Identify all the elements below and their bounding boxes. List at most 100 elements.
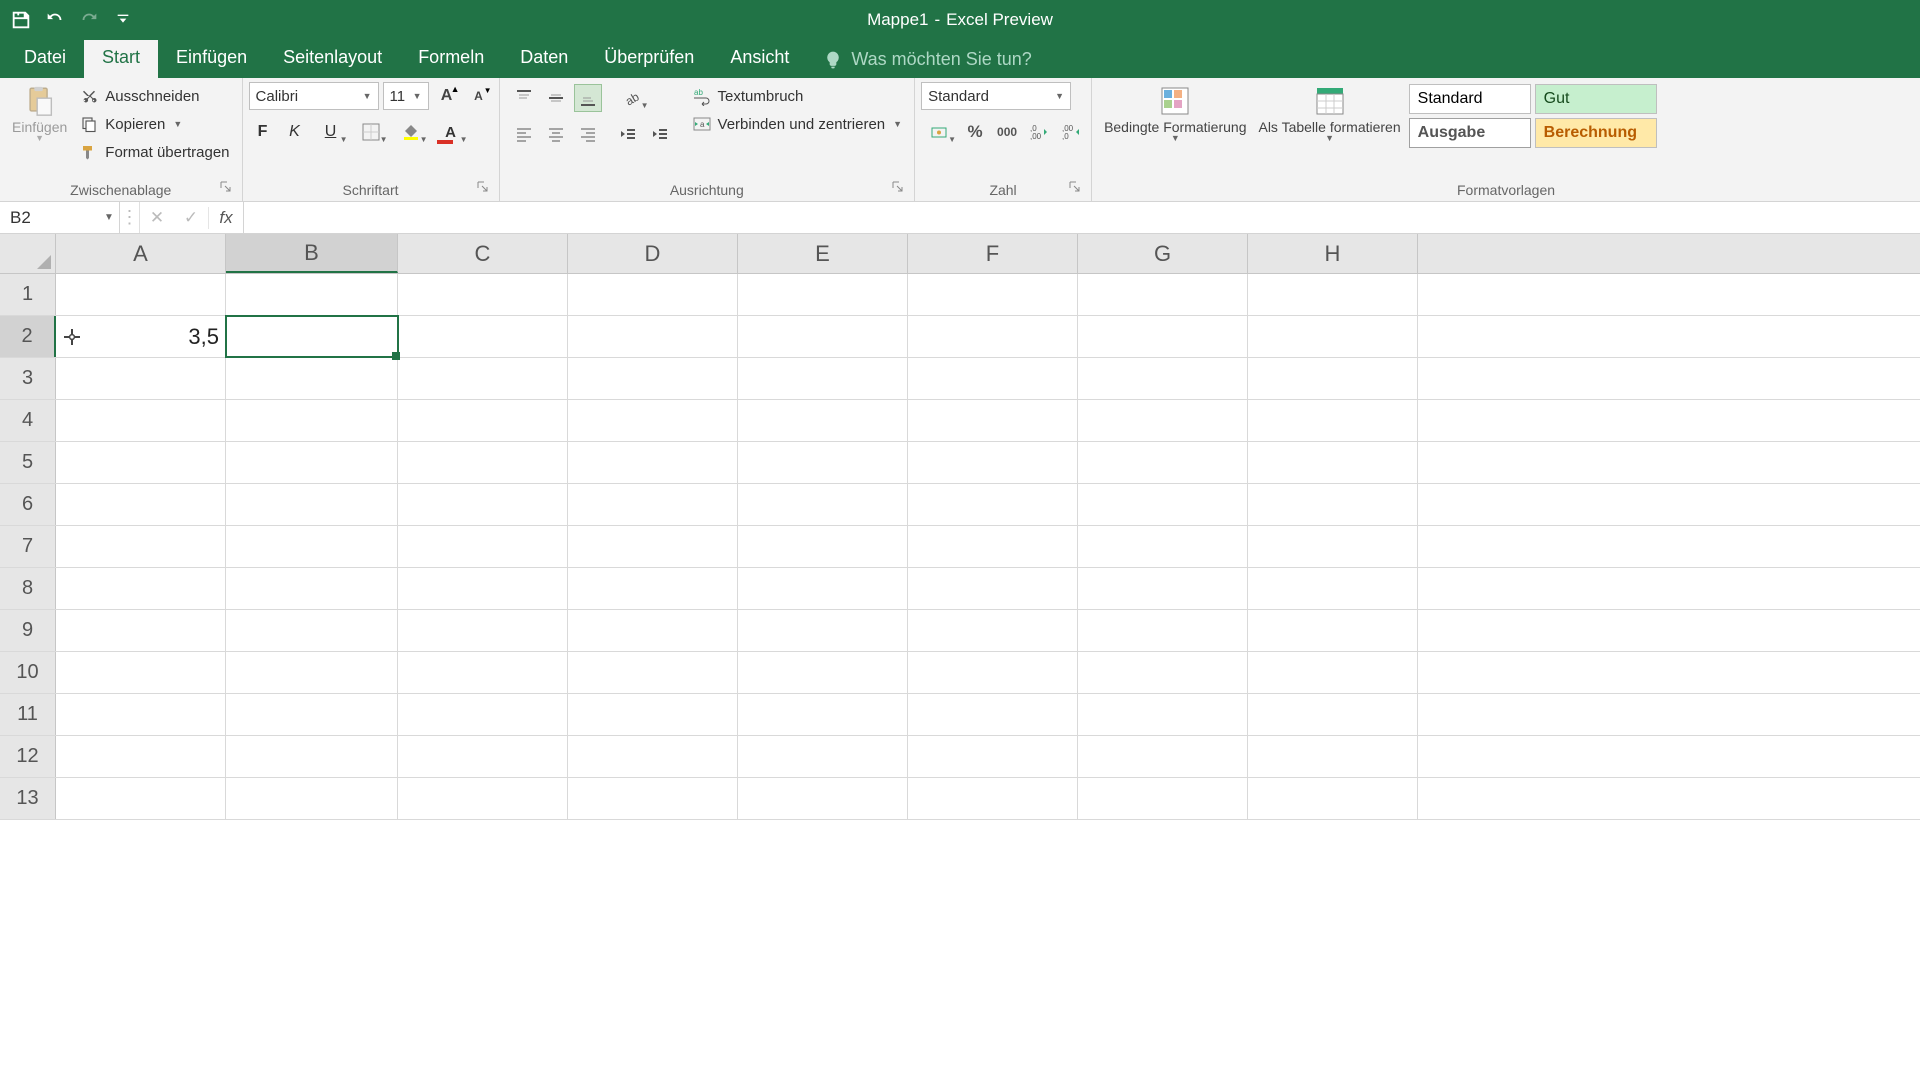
column-header-A[interactable]: A xyxy=(56,234,226,273)
cell-D11[interactable] xyxy=(568,694,738,735)
italic-button[interactable]: K xyxy=(281,118,309,146)
paste-button[interactable]: Einfügen ▼ xyxy=(6,82,73,145)
tab-daten[interactable]: Daten xyxy=(502,38,586,78)
cell-H10[interactable] xyxy=(1248,652,1418,693)
cell-C11[interactable] xyxy=(398,694,568,735)
cell-E4[interactable] xyxy=(738,400,908,441)
cell-C9[interactable] xyxy=(398,610,568,651)
decrease-indent-button[interactable] xyxy=(614,120,642,148)
undo-icon[interactable] xyxy=(42,7,68,33)
increase-indent-button[interactable] xyxy=(646,120,674,148)
format-painter-button[interactable]: Format übertragen xyxy=(77,140,231,164)
name-box[interactable]: B2 ▼ xyxy=(0,202,120,233)
decrease-decimal-button[interactable]: ,00,0 xyxy=(1057,118,1085,146)
cell-E8[interactable] xyxy=(738,568,908,609)
font-name-combo[interactable]: Calibri ▼ xyxy=(249,82,379,110)
cell-D12[interactable] xyxy=(568,736,738,777)
cell-H9[interactable] xyxy=(1248,610,1418,651)
cell-G4[interactable] xyxy=(1078,400,1248,441)
cell-G11[interactable] xyxy=(1078,694,1248,735)
cell-A2[interactable]: 3,5 xyxy=(56,316,226,357)
cell-D6[interactable] xyxy=(568,484,738,525)
save-icon[interactable] xyxy=(8,7,34,33)
row-header-13[interactable]: 13 xyxy=(0,778,56,819)
cell-C13[interactable] xyxy=(398,778,568,819)
cell-B2[interactable] xyxy=(226,316,398,357)
cell-D3[interactable] xyxy=(568,358,738,399)
merge-center-button[interactable]: a Verbinden und zentrieren ▼ xyxy=(690,112,905,136)
row-header-10[interactable]: 10 xyxy=(0,652,56,693)
cell-F1[interactable] xyxy=(908,274,1078,315)
cell-D8[interactable] xyxy=(568,568,738,609)
dialog-launcher-icon[interactable] xyxy=(1069,181,1083,195)
cell-F4[interactable] xyxy=(908,400,1078,441)
column-header-C[interactable]: C xyxy=(398,234,568,273)
tab-seitenlayout[interactable]: Seitenlayout xyxy=(265,38,400,78)
cell-B10[interactable] xyxy=(226,652,398,693)
cell-E2[interactable] xyxy=(738,316,908,357)
cell-E13[interactable] xyxy=(738,778,908,819)
cut-button[interactable]: Ausschneiden xyxy=(77,84,231,108)
cell-H6[interactable] xyxy=(1248,484,1418,525)
cell-F13[interactable] xyxy=(908,778,1078,819)
cell-F3[interactable] xyxy=(908,358,1078,399)
conditional-formatting-button[interactable]: Bedingte Formatierung ▼ xyxy=(1098,82,1252,145)
cell-B3[interactable] xyxy=(226,358,398,399)
cell-G1[interactable] xyxy=(1078,274,1248,315)
enter-icon[interactable]: ✓ xyxy=(174,208,208,228)
decrease-font-button[interactable]: A▼ xyxy=(465,82,493,110)
increase-decimal-button[interactable]: ,0,00 xyxy=(1025,118,1053,146)
fx-icon[interactable]: fx xyxy=(209,208,243,228)
align-bottom-button[interactable] xyxy=(574,84,602,112)
copy-button[interactable]: Kopieren ▼ xyxy=(77,112,231,136)
cell-A4[interactable] xyxy=(56,400,226,441)
cell-E9[interactable] xyxy=(738,610,908,651)
cell-B7[interactable] xyxy=(226,526,398,567)
cell-D10[interactable] xyxy=(568,652,738,693)
select-all-corner[interactable] xyxy=(0,234,56,273)
cell-E1[interactable] xyxy=(738,274,908,315)
tab-ueberpruefen[interactable]: Überprüfen xyxy=(586,38,712,78)
cell-A6[interactable] xyxy=(56,484,226,525)
cell-A13[interactable] xyxy=(56,778,226,819)
cell-B6[interactable] xyxy=(226,484,398,525)
column-header-D[interactable]: D xyxy=(568,234,738,273)
cell-A1[interactable] xyxy=(56,274,226,315)
cancel-icon[interactable]: ✕ xyxy=(140,208,174,228)
percent-button[interactable]: % xyxy=(961,118,989,146)
cell-H2[interactable] xyxy=(1248,316,1418,357)
tab-datei[interactable]: Datei xyxy=(6,38,84,78)
tab-ansicht[interactable]: Ansicht xyxy=(712,38,807,78)
qat-customize-icon[interactable] xyxy=(110,7,136,33)
cell-D7[interactable] xyxy=(568,526,738,567)
cell-C10[interactable] xyxy=(398,652,568,693)
bold-button[interactable]: F xyxy=(249,118,277,146)
row-header-6[interactable]: 6 xyxy=(0,484,56,525)
cell-H8[interactable] xyxy=(1248,568,1418,609)
cell-F12[interactable] xyxy=(908,736,1078,777)
cell-G7[interactable] xyxy=(1078,526,1248,567)
cell-C7[interactable] xyxy=(398,526,568,567)
currency-button[interactable]: ▼ xyxy=(921,118,957,146)
cell-A5[interactable] xyxy=(56,442,226,483)
align-right-button[interactable] xyxy=(574,120,602,148)
cell-C12[interactable] xyxy=(398,736,568,777)
row-header-5[interactable]: 5 xyxy=(0,442,56,483)
cell-C6[interactable] xyxy=(398,484,568,525)
row-header-9[interactable]: 9 xyxy=(0,610,56,651)
row-header-11[interactable]: 11 xyxy=(0,694,56,735)
row-header-3[interactable]: 3 xyxy=(0,358,56,399)
thousands-button[interactable]: 000 xyxy=(993,118,1021,146)
cell-F7[interactable] xyxy=(908,526,1078,567)
cell-F5[interactable] xyxy=(908,442,1078,483)
align-top-button[interactable] xyxy=(510,84,538,112)
cell-F10[interactable] xyxy=(908,652,1078,693)
wrap-text-button[interactable]: ab Textumbruch xyxy=(690,84,905,108)
align-middle-button[interactable] xyxy=(542,84,570,112)
cell-G13[interactable] xyxy=(1078,778,1248,819)
style-ausgabe[interactable]: Ausgabe xyxy=(1409,118,1531,148)
cell-H11[interactable] xyxy=(1248,694,1418,735)
cell-E12[interactable] xyxy=(738,736,908,777)
cell-G10[interactable] xyxy=(1078,652,1248,693)
borders-button[interactable]: ▼ xyxy=(353,118,389,146)
